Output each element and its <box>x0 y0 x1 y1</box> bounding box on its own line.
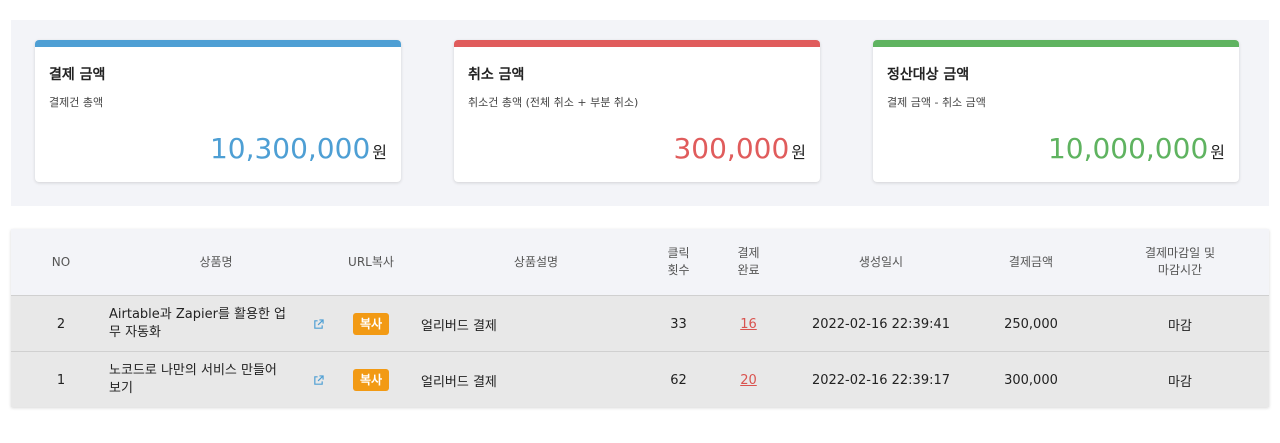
card-subtitle: 취소건 총액 (전체 취소 + 부분 취소) <box>468 96 639 109</box>
product-name-line1: 노코드로 나만의 서비스 만들어 <box>109 363 277 378</box>
header-amount: 결제금액 <box>1008 254 1054 269</box>
copy-url-cell: 복사 <box>341 352 401 407</box>
header-deadline: 결제마감일 및 마감시간 <box>1091 229 1269 295</box>
cell-clicks: 62 <box>670 372 687 388</box>
cell-created: 2022-02-16 22:39:17 <box>811 372 951 388</box>
table-row: 2 Airtable과 Zapier를 활용한 업 무 자동화 복사 얼리버드 … <box>11 295 1269 351</box>
card-subtitle: 결제 금액 - 취소 금액 <box>887 96 986 109</box>
cell-clicks: 33 <box>670 316 687 332</box>
summary-section: 결제 금액 결제건 총액 10,300,000 원 취소 금액 취소건 총액 (전… <box>11 20 1269 206</box>
header-url-copy: URL복사 <box>348 254 394 269</box>
cell-amount: 300,000 <box>1004 372 1058 388</box>
header-created: 생성일시 <box>858 254 904 269</box>
cell-description: 얼리버드 결제 <box>421 318 497 334</box>
header-paid: 결제 완료 <box>706 229 791 295</box>
cell-paid: 20 <box>706 352 791 407</box>
header-clicks-line2: 횟수 <box>667 263 690 277</box>
header-paid-line2: 완료 <box>737 263 760 277</box>
cell-amount: 250,000 <box>1004 316 1058 332</box>
card-amount-wrap: 10,000,000 원 <box>1048 132 1225 165</box>
header-product: 상품명 <box>199 254 233 269</box>
table-header: NO 상품명 URL복사 상품설명 클릭 횟수 결제 완료 생성일시 결제금액 … <box>11 229 1269 295</box>
card-unit: 원 <box>791 143 806 162</box>
card-amount: 10,000,000 <box>1047 132 1209 165</box>
product-name-line2: 보기 <box>109 381 133 396</box>
card-title: 정산대상 금액 <box>887 67 970 83</box>
header-clicks-line1: 클릭 <box>667 246 690 260</box>
card-amount: 300,000 <box>673 132 790 165</box>
card-title: 취소 금액 <box>468 67 525 83</box>
card-amount-wrap: 10,300,000 원 <box>210 132 387 165</box>
card-title: 결제 금액 <box>49 67 106 83</box>
header-no: NO <box>51 254 71 269</box>
card-accent-bar <box>873 40 1239 47</box>
card-amount: 10,300,000 <box>209 132 371 165</box>
card-subtitle: 결제건 총액 <box>49 96 104 109</box>
card-accent-bar <box>454 40 820 47</box>
open-link-button[interactable] <box>307 296 329 352</box>
products-table: NO 상품명 URL복사 상품설명 클릭 횟수 결제 완료 생성일시 결제금액 … <box>11 229 1269 407</box>
cell-no: 2 <box>56 316 66 332</box>
payment-amount-card: 결제 금액 결제건 총액 10,300,000 원 <box>35 40 401 182</box>
card-accent-bar <box>35 40 401 47</box>
external-link-icon <box>313 318 324 329</box>
cell-product-name: Airtable과 Zapier를 활용한 업 무 자동화 <box>109 296 304 352</box>
cell-product-name: 노코드로 나만의 서비스 만들어 보기 <box>109 352 304 407</box>
product-name-line1: Airtable과 Zapier를 활용한 업 <box>109 307 287 322</box>
header-deadline-line1: 결제마감일 및 <box>1144 246 1216 260</box>
card-amount-wrap: 300,000 원 <box>673 132 806 165</box>
cell-description: 얼리버드 결제 <box>421 374 497 390</box>
product-name-line2: 무 자동화 <box>109 325 161 340</box>
cell-status: 마감 <box>1168 374 1192 390</box>
header-deadline-line2: 마감시간 <box>1157 263 1203 277</box>
paid-count-link[interactable]: 20 <box>740 373 757 388</box>
cell-paid: 16 <box>706 296 791 352</box>
paid-count-link[interactable]: 16 <box>740 317 757 332</box>
external-link-icon <box>313 374 324 385</box>
header-clicks: 클릭 횟수 <box>651 229 706 295</box>
header-paid-line1: 결제 <box>737 246 760 260</box>
table-row: 1 노코드로 나만의 서비스 만들어 보기 복사 얼리버드 결제 62 20 2… <box>11 351 1269 407</box>
open-link-button[interactable] <box>307 352 329 407</box>
copy-url-button[interactable]: 복사 <box>352 369 390 391</box>
cancel-amount-card: 취소 금액 취소건 총액 (전체 취소 + 부분 취소) 300,000 원 <box>454 40 820 182</box>
cell-no: 1 <box>56 372 66 388</box>
card-unit: 원 <box>372 143 387 162</box>
copy-url-cell: 복사 <box>341 296 401 352</box>
copy-url-button[interactable]: 복사 <box>352 313 390 335</box>
settlement-amount-card: 정산대상 금액 결제 금액 - 취소 금액 10,000,000 원 <box>873 40 1239 182</box>
cell-status: 마감 <box>1168 318 1192 334</box>
header-description: 상품설명 <box>513 254 559 269</box>
card-unit: 원 <box>1210 143 1225 162</box>
cell-created: 2022-02-16 22:39:41 <box>811 316 951 332</box>
